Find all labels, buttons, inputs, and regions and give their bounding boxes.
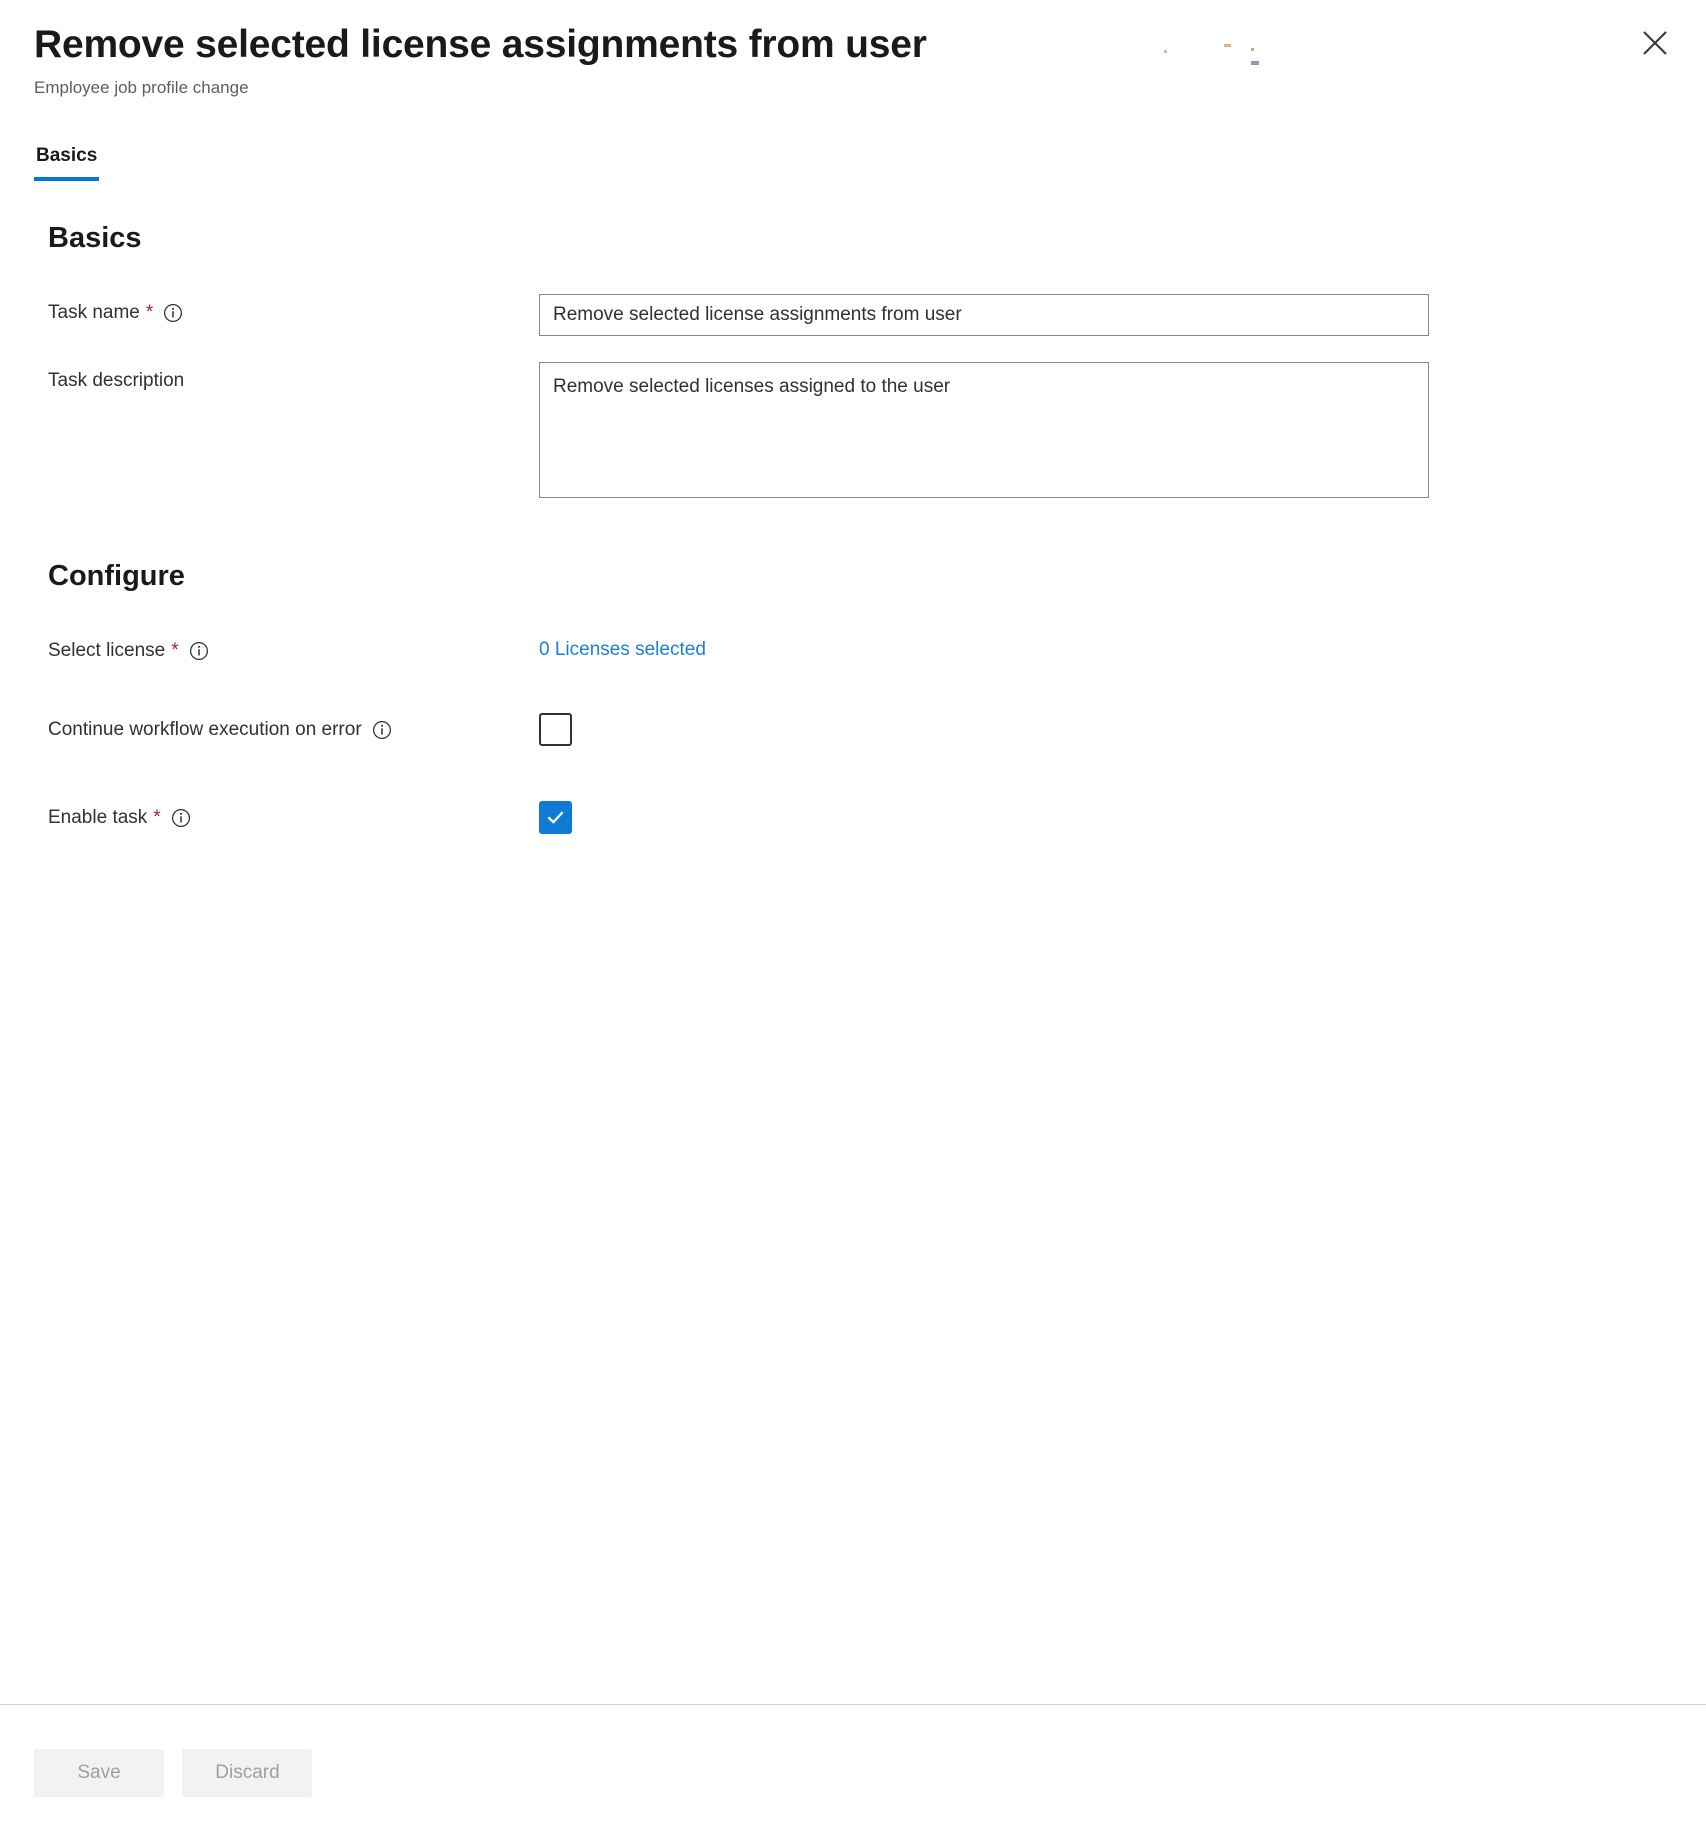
form-body: Basics Task name * Task description Conf	[0, 221, 1706, 835]
info-icon[interactable]	[372, 720, 392, 740]
scan-artifact	[1251, 61, 1259, 65]
task-name-label: Task name *	[34, 294, 539, 326]
licenses-selected-link[interactable]: 0 Licenses selected	[539, 632, 706, 663]
field-row-select-license: Select license * 0 Licenses selected	[34, 632, 1672, 664]
continue-on-error-control	[539, 711, 1672, 751]
save-button[interactable]: Save	[34, 1749, 164, 1797]
info-icon[interactable]	[189, 641, 209, 661]
scan-artifact	[1224, 44, 1231, 47]
field-row-task-description: Task description	[34, 361, 1672, 503]
page-subtitle: Employee job profile change	[34, 78, 249, 98]
required-indicator: *	[171, 639, 179, 661]
close-icon[interactable]	[1632, 20, 1678, 66]
select-license-label-text: Select license	[48, 639, 166, 661]
continue-on-error-label-text: Continue workflow execution on error	[48, 719, 362, 741]
section-heading-configure: Configure	[48, 559, 185, 592]
field-row-enable-task: Enable task *	[34, 799, 1672, 835]
info-icon[interactable]	[163, 303, 183, 323]
scan-artifact	[1164, 50, 1167, 53]
field-row-task-name: Task name *	[34, 293, 1672, 336]
enable-task-label-text: Enable task	[48, 807, 148, 829]
continue-on-error-label: Continue workflow execution on error	[34, 711, 539, 743]
task-description-textarea[interactable]	[539, 361, 1429, 498]
enable-task-control	[539, 799, 1672, 835]
field-row-continue-on-error: Continue workflow execution on error	[34, 711, 1672, 751]
select-license-label: Select license *	[34, 632, 539, 664]
required-indicator: *	[153, 807, 161, 829]
info-icon[interactable]	[171, 808, 191, 828]
continue-on-error-checkbox[interactable]	[539, 713, 572, 747]
task-name-control	[539, 293, 1672, 336]
task-description-label: Task description	[34, 362, 539, 394]
enable-task-label: Enable task *	[34, 799, 539, 831]
task-description-label-text: Task description	[48, 369, 185, 391]
required-indicator: *	[145, 301, 154, 323]
task-name-label-text: Task name	[48, 301, 140, 323]
scan-artifact	[1251, 48, 1254, 51]
tab-basics[interactable]: Basics	[34, 141, 100, 182]
section-heading-basics: Basics	[48, 222, 142, 255]
blade-footer: Save Discard	[0, 1704, 1706, 1834]
discard-button[interactable]: Discard	[182, 1749, 313, 1797]
blade-header: Remove selected license assignments from…	[0, 0, 1706, 99]
task-name-input[interactable]	[539, 293, 1429, 336]
tabstrip: Basics	[0, 141, 1706, 182]
page-title: Remove selected license assignments from…	[34, 23, 927, 66]
select-license-control: 0 Licenses selected	[539, 632, 1672, 663]
enable-task-checkbox[interactable]	[539, 801, 572, 835]
task-description-control	[539, 361, 1672, 503]
